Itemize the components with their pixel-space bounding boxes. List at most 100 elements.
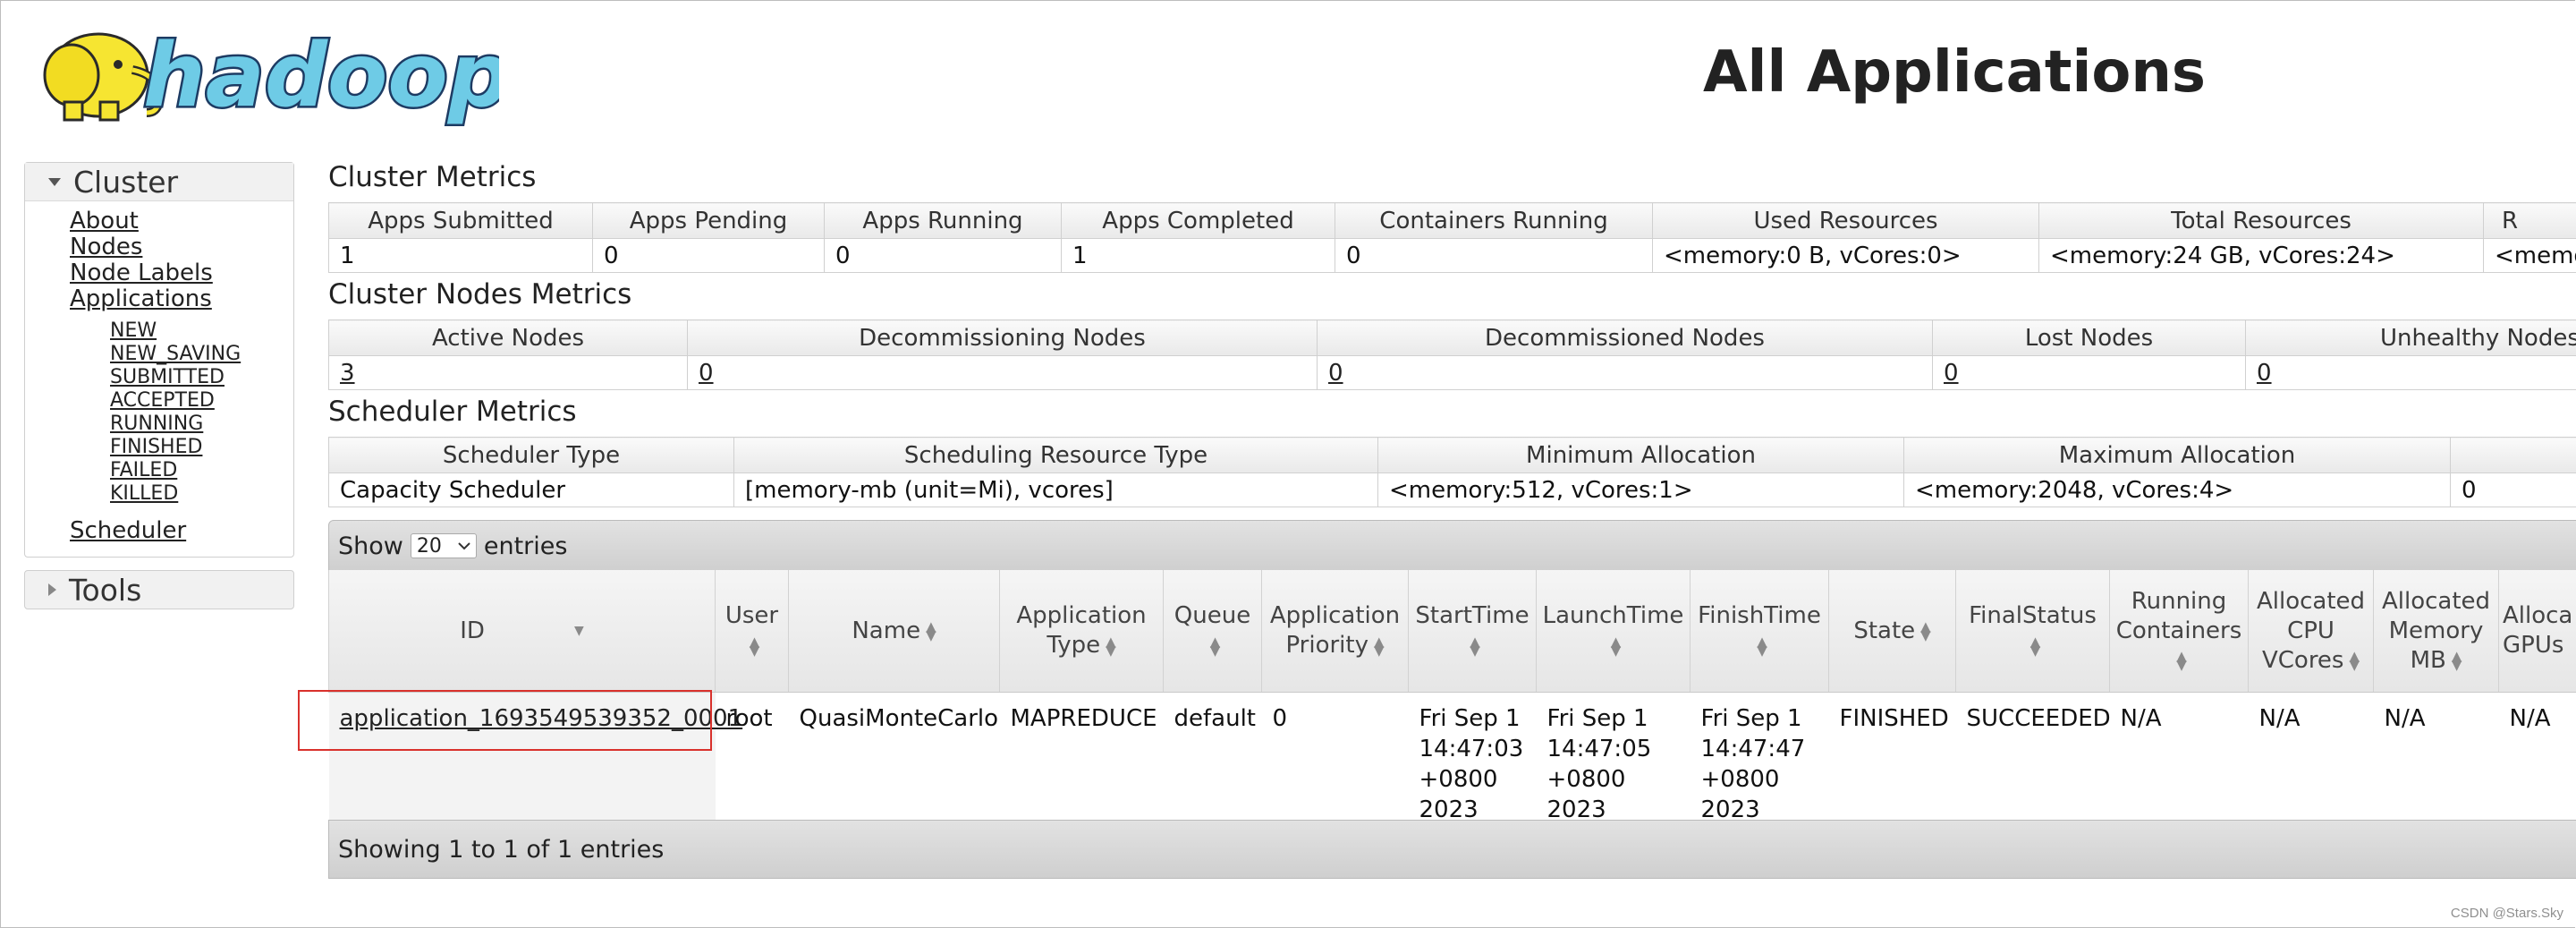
- sort-icon: ▲ ▼: [1757, 633, 1767, 659]
- value-reserved-resources: <memo: [2483, 238, 2576, 273]
- sidebar-link-nodes[interactable]: Nodes: [70, 234, 293, 260]
- col-allocated-cpu-vcores[interactable]: Allocated CPU VCores ▲ ▼: [2248, 570, 2374, 693]
- sort-icon: ▲ ▼: [1920, 618, 1931, 643]
- sidebar-state-submitted[interactable]: SUBMITTED: [110, 366, 293, 389]
- cell-queue: default: [1163, 692, 1262, 830]
- col-application-priority[interactable]: Application Priority ▲ ▼: [1261, 570, 1409, 693]
- col-decommissioned-nodes: Decommissioned Nodes: [1317, 319, 1933, 356]
- link-active-nodes[interactable]: 3: [340, 360, 355, 387]
- col-apps-completed: Apps Completed: [1061, 202, 1335, 239]
- cell-alloc-gpus: N/A: [2498, 692, 2576, 830]
- col-reserved-resources: R: [2483, 202, 2576, 239]
- col-apps-submitted: Apps Submitted: [328, 202, 593, 239]
- sidebar-state-running[interactable]: RUNNING: [110, 413, 293, 436]
- value-containers-running: 0: [1335, 238, 1653, 273]
- link-decommissioned-nodes[interactable]: 0: [1328, 360, 1343, 387]
- col-launch-time[interactable]: LaunchTime ▲ ▼: [1536, 570, 1690, 693]
- sidebar-link-node-labels[interactable]: Node Labels: [70, 260, 293, 286]
- cell-priority: 0: [1261, 692, 1409, 830]
- page-size-value: 20: [416, 534, 442, 558]
- cell-final-status: SUCCEEDED: [1955, 692, 2111, 830]
- col-scheduling-resource-type: Scheduling Resource Type: [733, 437, 1378, 473]
- sort-icon: ▲ ▼: [2029, 633, 2041, 659]
- cell-user: root: [715, 692, 789, 830]
- col-application-type[interactable]: Application Type ▲ ▼: [999, 570, 1164, 693]
- page-size-select[interactable]: 20: [410, 533, 477, 558]
- node-metrics-title: Cluster Nodes Metrics: [328, 278, 632, 311]
- triangle-right-icon: [48, 583, 56, 596]
- col-unhealthy-nodes: Unhealthy Nodes: [2245, 319, 2576, 356]
- node-metrics-table: Active Nodes Decommissioning Nodes Decom…: [328, 319, 2576, 390]
- triangle-down-icon: [48, 177, 61, 186]
- cell-alloc-memory: N/A: [2373, 692, 2499, 830]
- col-running-containers[interactable]: Running Containers▲ ▼: [2109, 570, 2249, 693]
- cluster-metrics-table: Apps Submitted Apps Pending Apps Running…: [328, 202, 2576, 273]
- sidebar-link-scheduler[interactable]: Scheduler: [70, 518, 293, 544]
- apps-table-toolbar: Show 20 entries: [328, 520, 2576, 572]
- scheduler-metrics-title: Scheduler Metrics: [328, 396, 577, 428]
- cluster-label: Cluster: [73, 164, 179, 200]
- col-start-time[interactable]: StartTime ▲ ▼: [1408, 570, 1537, 693]
- sidebar-state-finished[interactable]: FINISHED: [110, 436, 293, 459]
- sort-desc-icon: ▼: [573, 624, 584, 638]
- scheduler-metrics-table: Scheduler Type Scheduling Resource Type …: [328, 437, 2576, 507]
- value-used-resources: <memory:0 B, vCores:0>: [1652, 238, 2039, 273]
- sort-icon: ▲ ▼: [1374, 633, 1385, 659]
- col-lost-nodes: Lost Nodes: [1932, 319, 2246, 356]
- col-apps-pending: Apps Pending: [592, 202, 825, 239]
- link-lost-nodes[interactable]: 0: [1944, 360, 1959, 387]
- sidebar-state-new-saving[interactable]: NEW_SAVING: [110, 343, 293, 366]
- tools-toggle[interactable]: Tools: [24, 570, 294, 609]
- value-apps-pending: 0: [592, 238, 825, 273]
- sidebar-link-about[interactable]: About: [70, 209, 293, 234]
- sort-icon: ▲ ▼: [749, 633, 760, 659]
- cell-launch-time: Fri Sep 1 14:47:05 +0800 2023: [1536, 692, 1690, 830]
- sidebar-cluster-panel: Cluster About Nodes Node Labels Applicat…: [24, 162, 294, 558]
- show-label: Show: [338, 532, 403, 560]
- sidebar-state-failed[interactable]: FAILED: [110, 459, 293, 482]
- col-name[interactable]: Name ▲ ▼: [788, 570, 1000, 693]
- sidebar-state-new[interactable]: NEW: [110, 319, 293, 343]
- entries-label: entries: [483, 532, 568, 560]
- col-minimum-allocation: Minimum Allocation: [1377, 437, 1904, 473]
- sidebar-state-killed[interactable]: KILLED: [110, 482, 293, 506]
- logo-text: hadoop: [143, 25, 499, 127]
- col-allocated-memory-mb[interactable]: Allocated Memory MB ▲ ▼: [2373, 570, 2499, 693]
- cell-alloc-vcores: N/A: [2248, 692, 2374, 830]
- col-containers-running: Containers Running: [1335, 202, 1653, 239]
- sort-icon: ▲ ▼: [1106, 633, 1116, 659]
- sort-icon: ▲ ▼: [2176, 648, 2187, 673]
- col-queue[interactable]: Queue ▲ ▼: [1163, 570, 1262, 693]
- highlight-box: [298, 690, 712, 751]
- value-scheduling-resource-type: [memory-mb (unit=Mi), vcores]: [733, 473, 1378, 507]
- col-user[interactable]: User ▲ ▼: [715, 570, 789, 693]
- cell-name: QuasiMonteCarlo: [788, 692, 1000, 830]
- value-apps-submitted: 1: [328, 238, 593, 273]
- col-id[interactable]: ID ▼: [328, 570, 716, 693]
- col-apps-running: Apps Running: [824, 202, 1062, 239]
- entries-info: Showing 1 to 1 of 1 entries: [338, 835, 665, 864]
- hadoop-logo[interactable]: hadoop: [25, 13, 513, 130]
- sort-icon: ▲ ▼: [1209, 633, 1221, 659]
- link-decommissioning-nodes[interactable]: 0: [699, 360, 714, 387]
- col-state[interactable]: State ▲ ▼: [1828, 570, 1956, 693]
- col-total-resources: Total Resources: [2038, 202, 2484, 239]
- col-allocated-gpus[interactable]: Alloca GPUs: [2498, 570, 2576, 693]
- sidebar-link-applications[interactable]: Applications: [70, 286, 293, 312]
- col-used-resources: Used Resources: [1652, 202, 2039, 239]
- apps-table-footer: Showing 1 to 1 of 1 entries: [328, 820, 2576, 879]
- value-apps-completed: 1: [1061, 238, 1335, 273]
- value-scheduler-type: Capacity Scheduler: [328, 473, 734, 507]
- col-max-cluster-app-priority: [2450, 437, 2576, 473]
- col-active-nodes: Active Nodes: [328, 319, 688, 356]
- page-title: All Applications: [1703, 39, 2206, 106]
- chevron-down-icon: [458, 542, 470, 550]
- sidebar-state-accepted[interactable]: ACCEPTED: [110, 389, 293, 413]
- value-max-cluster-app-priority: 0: [2450, 473, 2576, 507]
- col-scheduler-type: Scheduler Type: [328, 437, 734, 473]
- col-final-status[interactable]: FinalStatus ▲ ▼: [1955, 570, 2110, 693]
- link-unhealthy-nodes[interactable]: 0: [2257, 360, 2272, 387]
- cell-type: MAPREDUCE: [999, 692, 1164, 830]
- col-finish-time[interactable]: FinishTime ▲ ▼: [1690, 570, 1829, 693]
- cluster-toggle[interactable]: Cluster: [25, 163, 293, 201]
